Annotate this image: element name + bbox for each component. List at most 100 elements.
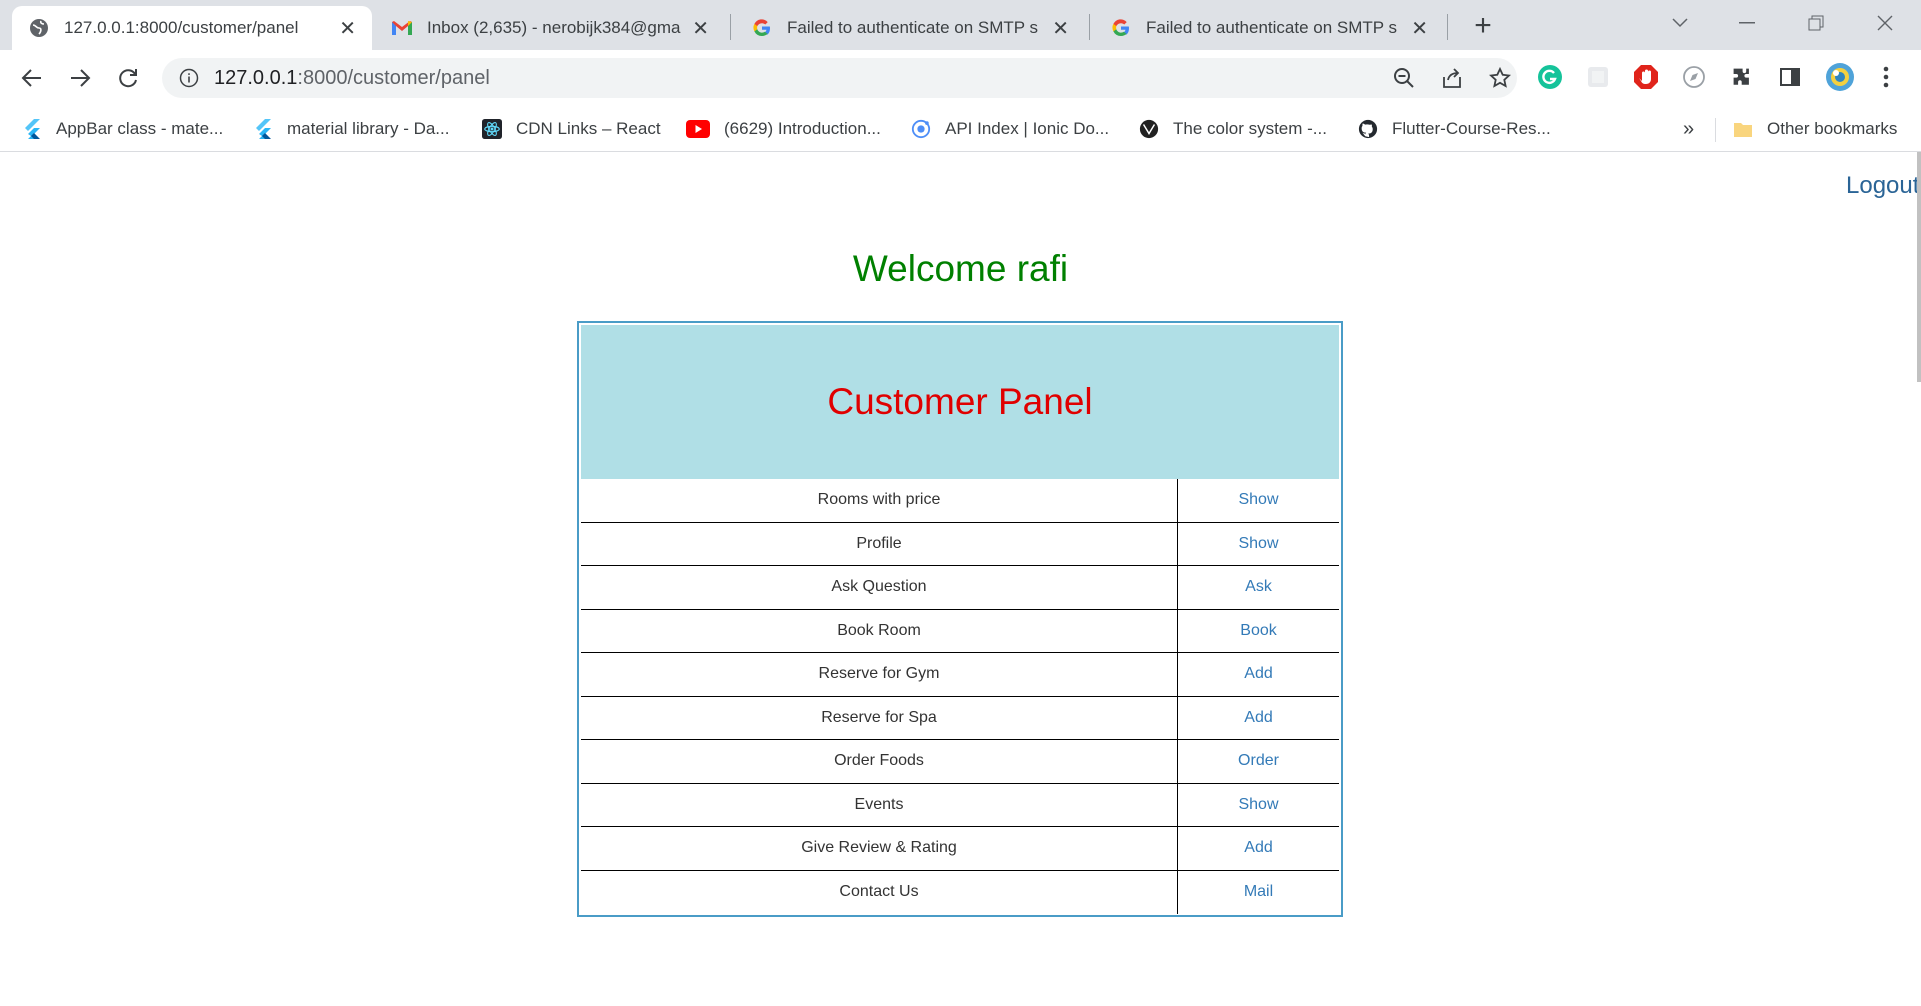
row-action-link[interactable]: Show xyxy=(1178,784,1339,827)
bookmark-item[interactable]: Flutter-Course-Res... xyxy=(1358,114,1551,144)
material-icon xyxy=(1139,119,1159,139)
tab-title: Failed to authenticate on SMTP s xyxy=(1146,18,1398,37)
table-row: Ask Question Ask xyxy=(581,566,1339,610)
minimize-icon[interactable] xyxy=(1727,8,1767,38)
profile-avatar[interactable] xyxy=(1825,62,1855,92)
bookmark-item[interactable]: material library - Da... xyxy=(253,114,449,144)
forward-arrow-icon[interactable] xyxy=(62,60,98,96)
restore-icon[interactable] xyxy=(1796,8,1836,38)
react-icon xyxy=(482,119,502,139)
tab-separator xyxy=(730,14,731,40)
table-row: Book Room Book xyxy=(581,609,1339,653)
bookmark-item[interactable]: CDN Links – React xyxy=(482,114,661,144)
new-tab-button[interactable]: + xyxy=(1465,8,1501,44)
more-bookmarks-chevron[interactable]: » xyxy=(1683,118,1694,141)
customer-panel-table: Customer Panel Rooms with price Show Pro… xyxy=(577,321,1343,917)
bookmark-item[interactable]: The color system -... xyxy=(1139,114,1327,144)
tab-search-chevron-icon[interactable] xyxy=(1660,8,1700,38)
puzzle-extensions-icon[interactable] xyxy=(1729,64,1755,90)
row-action-link[interactable]: Add xyxy=(1178,697,1339,740)
github-icon xyxy=(1358,119,1378,139)
address-bar[interactable]: 127.0.0.1:8000/customer/panel xyxy=(162,58,1517,98)
folder-icon xyxy=(1733,119,1753,139)
table-row: Reserve for Spa Add xyxy=(581,696,1339,740)
google-icon xyxy=(751,17,773,39)
row-label: Order Foods xyxy=(581,740,1178,783)
bookmark-star-icon[interactable] xyxy=(1488,66,1512,90)
tab-separator xyxy=(1089,14,1090,40)
tab-gmail[interactable]: Inbox (2,635) - nerobijk384@gma ✕ xyxy=(375,6,725,50)
bookmark-label: (6629) Introduction... xyxy=(724,119,881,138)
tab-strip: 127.0.0.1:8000/customer/panel ✕ Inbox (2… xyxy=(0,0,1921,50)
bookmark-label: material library - Da... xyxy=(287,119,450,138)
close-tab-icon[interactable]: ✕ xyxy=(1411,16,1428,41)
bookmark-label: Flutter-Course-Res... xyxy=(1392,119,1551,138)
table-row: Contact Us Mail xyxy=(581,870,1339,915)
row-action-link[interactable]: Book xyxy=(1178,610,1339,653)
google-icon xyxy=(1110,17,1132,39)
site-info-icon[interactable] xyxy=(178,67,200,89)
row-label: Profile xyxy=(581,522,1178,565)
reload-icon[interactable] xyxy=(110,60,146,96)
close-tab-icon[interactable]: ✕ xyxy=(339,16,356,41)
panel-header: Customer Panel xyxy=(581,325,1339,479)
extension-placeholder-icon[interactable] xyxy=(1585,64,1611,90)
back-arrow-icon[interactable] xyxy=(14,60,50,96)
kebab-menu-icon[interactable] xyxy=(1873,64,1899,90)
share-icon[interactable] xyxy=(1440,66,1464,90)
row-action-link[interactable]: Order xyxy=(1178,740,1339,783)
close-tab-icon[interactable]: ✕ xyxy=(692,16,709,41)
tab-smtp-search-1[interactable]: Failed to authenticate on SMTP s ✕ xyxy=(735,6,1085,50)
page-scrollbar[interactable] xyxy=(1917,152,1921,382)
close-tab-icon[interactable]: ✕ xyxy=(1052,16,1069,41)
adblock-icon[interactable] xyxy=(1633,64,1659,90)
bookmark-item[interactable]: API Index | Ionic Do... xyxy=(911,114,1109,144)
row-action-link[interactable]: Add xyxy=(1178,653,1339,696)
browser-toolbar: 127.0.0.1:8000/customer/panel xyxy=(0,50,1921,106)
zoom-icon[interactable] xyxy=(1392,66,1416,90)
bookmark-item[interactable]: (6629) Introduction... xyxy=(686,114,881,144)
tab-customer-panel[interactable]: 127.0.0.1:8000/customer/panel ✕ xyxy=(12,6,372,50)
bookmark-separator xyxy=(1715,118,1716,142)
logout-link[interactable]: Logout xyxy=(1846,172,1919,200)
row-action-link[interactable]: Mail xyxy=(1178,871,1339,915)
row-action-link[interactable]: Ask xyxy=(1178,566,1339,609)
table-row: Events Show xyxy=(581,783,1339,827)
other-bookmarks-label: Other bookmarks xyxy=(1767,119,1898,138)
compass-extension-icon[interactable] xyxy=(1681,64,1707,90)
row-action-link[interactable]: Show xyxy=(1178,479,1339,522)
table-row: Give Review & Rating Add xyxy=(581,827,1339,871)
row-action-link[interactable]: Show xyxy=(1178,523,1339,566)
row-label: Contact Us xyxy=(581,870,1178,914)
table-row: Rooms with price Show xyxy=(581,479,1339,523)
other-bookmarks[interactable]: Other bookmarks xyxy=(1733,114,1897,144)
row-label: Ask Question xyxy=(581,566,1178,609)
row-label: Events xyxy=(581,783,1178,826)
row-label: Reserve for Gym xyxy=(581,653,1178,696)
panel-rows: Rooms with price Show Profile Show Ask Q… xyxy=(581,479,1339,914)
url-path: :8000/customer/panel xyxy=(297,66,490,89)
tab-title: Inbox (2,635) - nerobijk384@gma xyxy=(427,18,681,37)
table-row: Reserve for Gym Add xyxy=(581,653,1339,697)
row-label: Rooms with price xyxy=(581,479,1178,522)
tab-smtp-search-2[interactable]: Failed to authenticate on SMTP s ✕ xyxy=(1094,6,1444,50)
tab-separator xyxy=(1447,14,1448,40)
youtube-icon xyxy=(686,119,710,139)
bookmarks-bar: AppBar class - mate... material library … xyxy=(0,106,1921,152)
flutter-icon xyxy=(22,119,42,139)
row-label: Book Room xyxy=(581,609,1178,652)
url-text: 127.0.0.1:8000/customer/panel xyxy=(214,67,490,90)
bookmark-label: AppBar class - mate... xyxy=(56,119,224,138)
grammarly-icon[interactable] xyxy=(1537,64,1563,90)
close-window-icon[interactable] xyxy=(1865,8,1905,38)
tab-title: 127.0.0.1:8000/customer/panel xyxy=(64,18,299,37)
gmail-icon xyxy=(391,17,413,39)
row-action-link[interactable]: Add xyxy=(1178,827,1339,870)
flutter-icon xyxy=(253,119,273,139)
row-label: Give Review & Rating xyxy=(581,827,1178,870)
globe-icon xyxy=(28,17,50,39)
bookmark-item[interactable]: AppBar class - mate... xyxy=(22,114,223,144)
url-host: 127.0.0.1 xyxy=(214,66,298,89)
side-panel-icon[interactable] xyxy=(1777,64,1803,90)
ionic-icon xyxy=(911,119,931,139)
